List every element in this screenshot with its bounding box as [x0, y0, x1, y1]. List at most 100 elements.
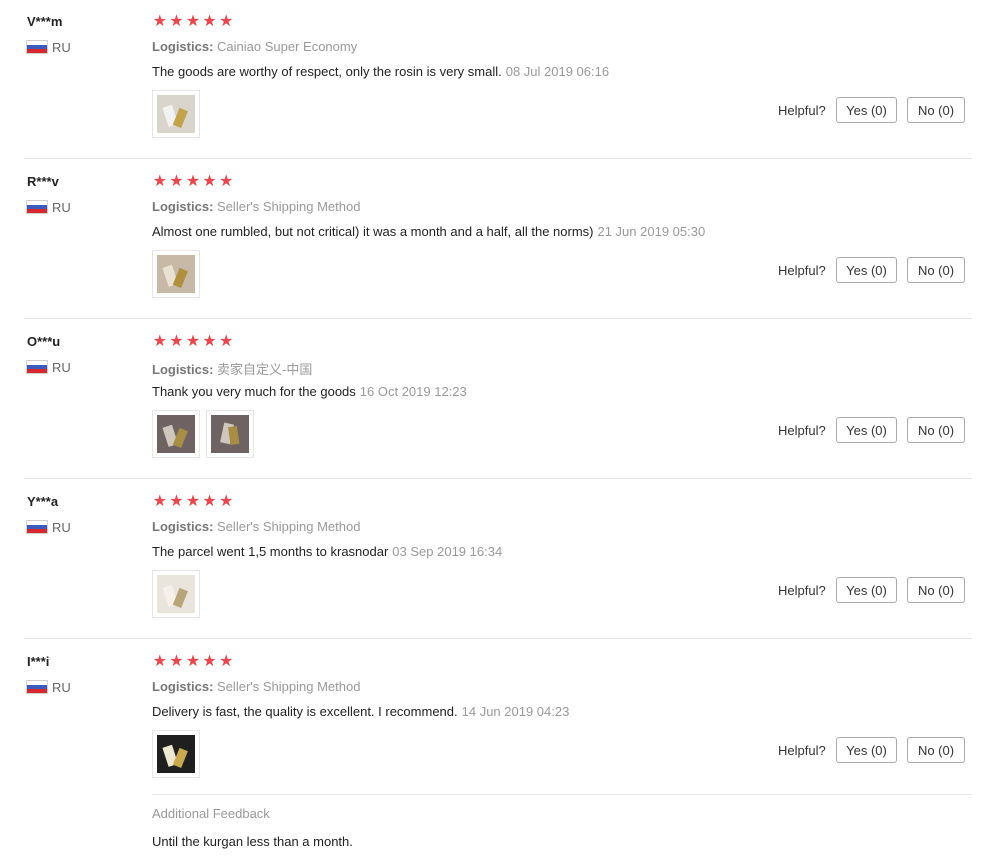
logistics-method: Seller's Shipping Method	[217, 199, 361, 214]
star-icon: ★	[202, 493, 217, 510]
star-icon: ★	[202, 173, 217, 190]
star-icon: ★	[169, 333, 184, 350]
helpful-no-button[interactable]: No (0)	[907, 737, 965, 763]
star-icon: ★	[185, 13, 201, 30]
review-photo-thumbnail[interactable]	[152, 250, 200, 298]
product-photo-icon	[211, 415, 249, 453]
review-date: 08 Jul 2019 06:16	[505, 64, 610, 79]
star-icon: ★	[185, 173, 201, 190]
review-divider	[24, 478, 972, 479]
logistics-label: Logistics:	[152, 679, 214, 694]
review-photos	[152, 90, 200, 138]
helpful-no-button[interactable]: No (0)	[907, 97, 965, 123]
country-code: RU	[52, 199, 71, 215]
helpful-yes-button[interactable]: Yes (0)	[836, 577, 897, 603]
review-item: V***m RU ★ ★ ★ ★ ★ Logistics: Cainiao Super …	[0, 0, 995, 160]
star-icon: ★	[185, 493, 201, 510]
review-date: 21 Jun 2019 05:30	[597, 224, 706, 239]
reviewer-name: O***u	[27, 334, 61, 349]
review-photos	[152, 730, 200, 778]
logistics-label: Logistics:	[152, 519, 214, 534]
reviewer-name: R***v	[27, 174, 59, 189]
review-photos	[152, 250, 200, 298]
review-item: R***v RU ★ ★ ★ ★ ★ Logistics: Seller's Shipp…	[0, 160, 995, 320]
star-icon: ★	[152, 333, 167, 350]
reviewer-name: V***m	[27, 14, 63, 29]
helpful-no-button[interactable]: No (0)	[907, 257, 965, 283]
helpful-label: Helpful?	[778, 103, 826, 118]
star-icon: ★	[169, 173, 184, 190]
review-item: I***i RU ★ ★ ★ ★ ★ Logistics: Seller's Shipp…	[0, 640, 995, 800]
russia-flag-icon	[27, 41, 47, 53]
star-icon: ★	[169, 653, 184, 670]
reviewer-country: RU	[27, 519, 71, 535]
logistics-line: Logistics: Cainiao Super Economy	[152, 39, 357, 54]
helpful-yes-button[interactable]: Yes (0)	[836, 737, 897, 763]
review-divider	[24, 318, 972, 319]
star-icon: ★	[152, 653, 167, 670]
star-icon: ★	[219, 13, 234, 30]
review-text: Delivery is fast, the quality is excelle…	[152, 704, 569, 719]
star-rating: ★ ★ ★ ★ ★	[152, 654, 234, 670]
product-photo-icon	[157, 415, 195, 453]
helpful-yes-button[interactable]: Yes (0)	[836, 417, 897, 443]
review-text: The goods are worthy of respect, only th…	[152, 64, 609, 79]
review-content: Thank you very much for the goods	[152, 384, 356, 399]
logistics-line: Logistics: Seller's Shipping Method	[152, 679, 360, 694]
star-rating: ★ ★ ★ ★ ★	[152, 494, 234, 510]
russia-flag-icon	[27, 201, 47, 213]
country-code: RU	[52, 39, 71, 55]
helpful-label: Helpful?	[778, 263, 826, 278]
review-photo-thumbnail[interactable]	[206, 410, 254, 458]
additional-feedback-text: Until the kurgan less than a month.	[152, 834, 353, 849]
logistics-label: Logistics:	[152, 39, 214, 54]
helpful-label: Helpful?	[778, 583, 826, 598]
star-icon: ★	[219, 493, 234, 510]
helpful-yes-button[interactable]: Yes (0)	[836, 97, 897, 123]
star-icon: ★	[152, 493, 167, 510]
star-icon: ★	[219, 653, 234, 670]
star-icon: ★	[219, 333, 234, 350]
star-icon: ★	[152, 13, 167, 30]
product-photo-icon	[157, 735, 195, 773]
helpful-no-button[interactable]: No (0)	[907, 417, 965, 443]
logistics-label: Logistics:	[152, 362, 214, 377]
logistics-label: Logistics:	[152, 199, 214, 214]
helpful-no-button[interactable]: No (0)	[907, 577, 965, 603]
helpful-yes-button[interactable]: Yes (0)	[836, 257, 897, 283]
star-icon: ★	[169, 13, 184, 30]
reviewer-country: RU	[27, 199, 71, 215]
review-photos	[152, 570, 200, 618]
review-date: 14 Jun 2019 04:23	[461, 704, 570, 719]
star-rating: ★ ★ ★ ★ ★	[152, 334, 234, 350]
product-photo-icon	[157, 575, 195, 613]
star-icon: ★	[152, 173, 167, 190]
review-photo-thumbnail[interactable]	[152, 410, 200, 458]
star-icon: ★	[219, 173, 234, 190]
star-rating: ★ ★ ★ ★ ★	[152, 174, 234, 190]
review-photo-thumbnail[interactable]	[152, 570, 200, 618]
russia-flag-icon	[27, 681, 47, 693]
product-photo-icon	[157, 255, 195, 293]
review-text: Almost one rumbled, but not critical) it…	[152, 224, 705, 239]
logistics-method: Seller's Shipping Method	[217, 679, 361, 694]
review-content: Delivery is fast, the quality is excelle…	[152, 704, 458, 719]
logistics-line: Logistics: Seller's Shipping Method	[152, 199, 360, 214]
country-code: RU	[52, 359, 71, 375]
logistics-line: Logistics: 卖家自定义-中国	[152, 359, 312, 378]
review-photo-thumbnail[interactable]	[152, 730, 200, 778]
review-date: 03 Sep 2019 16:34	[392, 544, 503, 559]
star-rating: ★ ★ ★ ★ ★	[152, 14, 234, 30]
logistics-method: Cainiao Super Economy	[217, 39, 358, 54]
review-content: The parcel went 1,5 months to krasnodar	[152, 544, 389, 559]
review-date: 16 Oct 2019 12:23	[359, 384, 467, 399]
reviewer-name: I***i	[27, 654, 50, 669]
country-code: RU	[52, 519, 71, 535]
helpful-label: Helpful?	[778, 743, 826, 758]
additional-feedback-divider	[152, 794, 972, 795]
reviewer-country: RU	[27, 359, 71, 375]
logistics-method: Seller's Shipping Method	[217, 519, 361, 534]
star-icon: ★	[169, 493, 184, 510]
country-code: RU	[52, 679, 71, 695]
review-photo-thumbnail[interactable]	[152, 90, 200, 138]
